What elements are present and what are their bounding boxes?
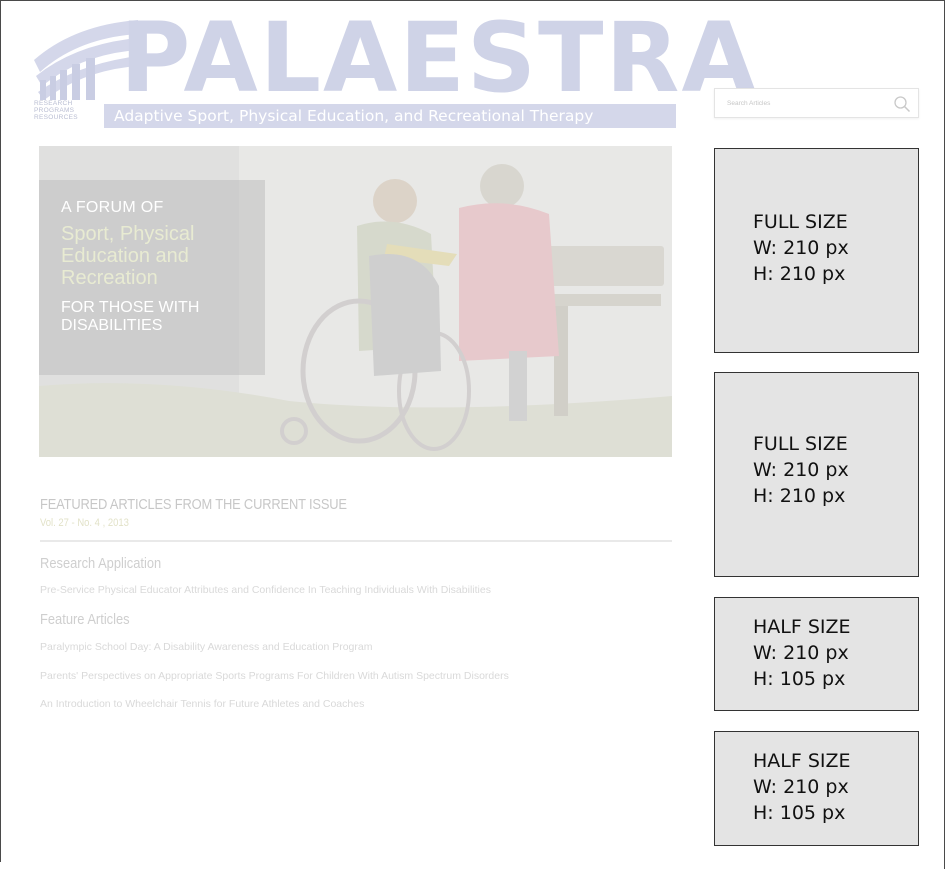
rpr-line: RESEARCH — [34, 100, 73, 107]
article-link[interactable]: An Introduction to Wheelchair Tennis for… — [40, 698, 364, 710]
article-link[interactable]: Paralympic School Day: A Disability Awar… — [40, 641, 372, 653]
divider — [40, 540, 672, 542]
ad-slot-half[interactable]: HALF SIZE W: 210 px H: 105 px — [714, 731, 919, 846]
ad-width-label: W: 210 px — [753, 237, 849, 259]
ad-width-label: W: 210 px — [753, 776, 849, 798]
section-heading: Feature Articles — [40, 611, 130, 628]
logo-rpr-label: RESEARCH PROGRAMS RESOURCES — [34, 100, 78, 121]
hero-banner[interactable]: A FORUM OF Sport, Physical Education and… — [39, 146, 672, 457]
hero-line: DISABILITIES — [61, 317, 163, 334]
search-icon[interactable] — [893, 95, 911, 113]
hero-line: A FORUM OF — [61, 199, 164, 216]
ad-size-label: FULL SIZE — [753, 433, 848, 455]
ad-height-label: H: 105 px — [753, 668, 846, 690]
hero-highlight-line: Education and — [61, 245, 189, 267]
logo-wordmark: PALAESTRA — [120, 2, 758, 114]
ad-width-label: W: 210 px — [753, 642, 849, 664]
article-link[interactable]: Pre-Service Physical Educator Attributes… — [40, 584, 491, 596]
hero-tagline: A FORUM OF Sport, Physical Education and… — [61, 198, 261, 335]
rpr-line: PROGRAMS — [34, 107, 75, 114]
hero-highlight-line: Recreation — [61, 267, 158, 289]
ad-size-label: HALF SIZE — [753, 750, 851, 772]
ad-height-label: H: 105 px — [753, 802, 846, 824]
hero-line: FOR THOSE WITH DISABILITIES — [61, 299, 261, 335]
issue-label[interactable]: Vol. 27 - No. 4 , 2013 — [40, 517, 129, 529]
ad-height-label: H: 210 px — [753, 485, 846, 507]
section-heading: Research Application — [40, 555, 162, 572]
ad-slot-half[interactable]: HALF SIZE W: 210 px H: 105 px — [714, 597, 919, 711]
rpr-line: RESOURCES — [34, 114, 78, 121]
search-box[interactable] — [714, 88, 919, 118]
article-link[interactable]: Parents' Perspectives on Appropriate Spo… — [40, 670, 509, 682]
ad-slot-full[interactable]: FULL SIZE W: 210 px H: 210 px — [714, 148, 919, 353]
hero-highlight-line: Sport, Physical — [61, 223, 195, 245]
ad-size-label: FULL SIZE — [753, 211, 848, 233]
ad-size-label: HALF SIZE — [753, 616, 851, 638]
hero-line: FOR THOSE WITH — [61, 299, 200, 316]
search-input[interactable] — [715, 89, 891, 117]
site-logo[interactable]: PALAESTRA RESEARCH PROGRAMS RESOURCES Ad… — [34, 8, 756, 132]
featured-heading: FEATURED ARTICLES FROM THE CURRENT ISSUE — [40, 496, 347, 513]
logo-tagline: Adaptive Sport, Physical Education, and … — [104, 104, 676, 128]
frame-gap — [0, 862, 8, 870]
hero-highlight: Sport, Physical Education and Recreation — [61, 223, 261, 289]
ad-slot-full[interactable]: FULL SIZE W: 210 px H: 210 px — [714, 372, 919, 577]
ad-width-label: W: 210 px — [753, 459, 849, 481]
ad-height-label: H: 210 px — [753, 263, 846, 285]
